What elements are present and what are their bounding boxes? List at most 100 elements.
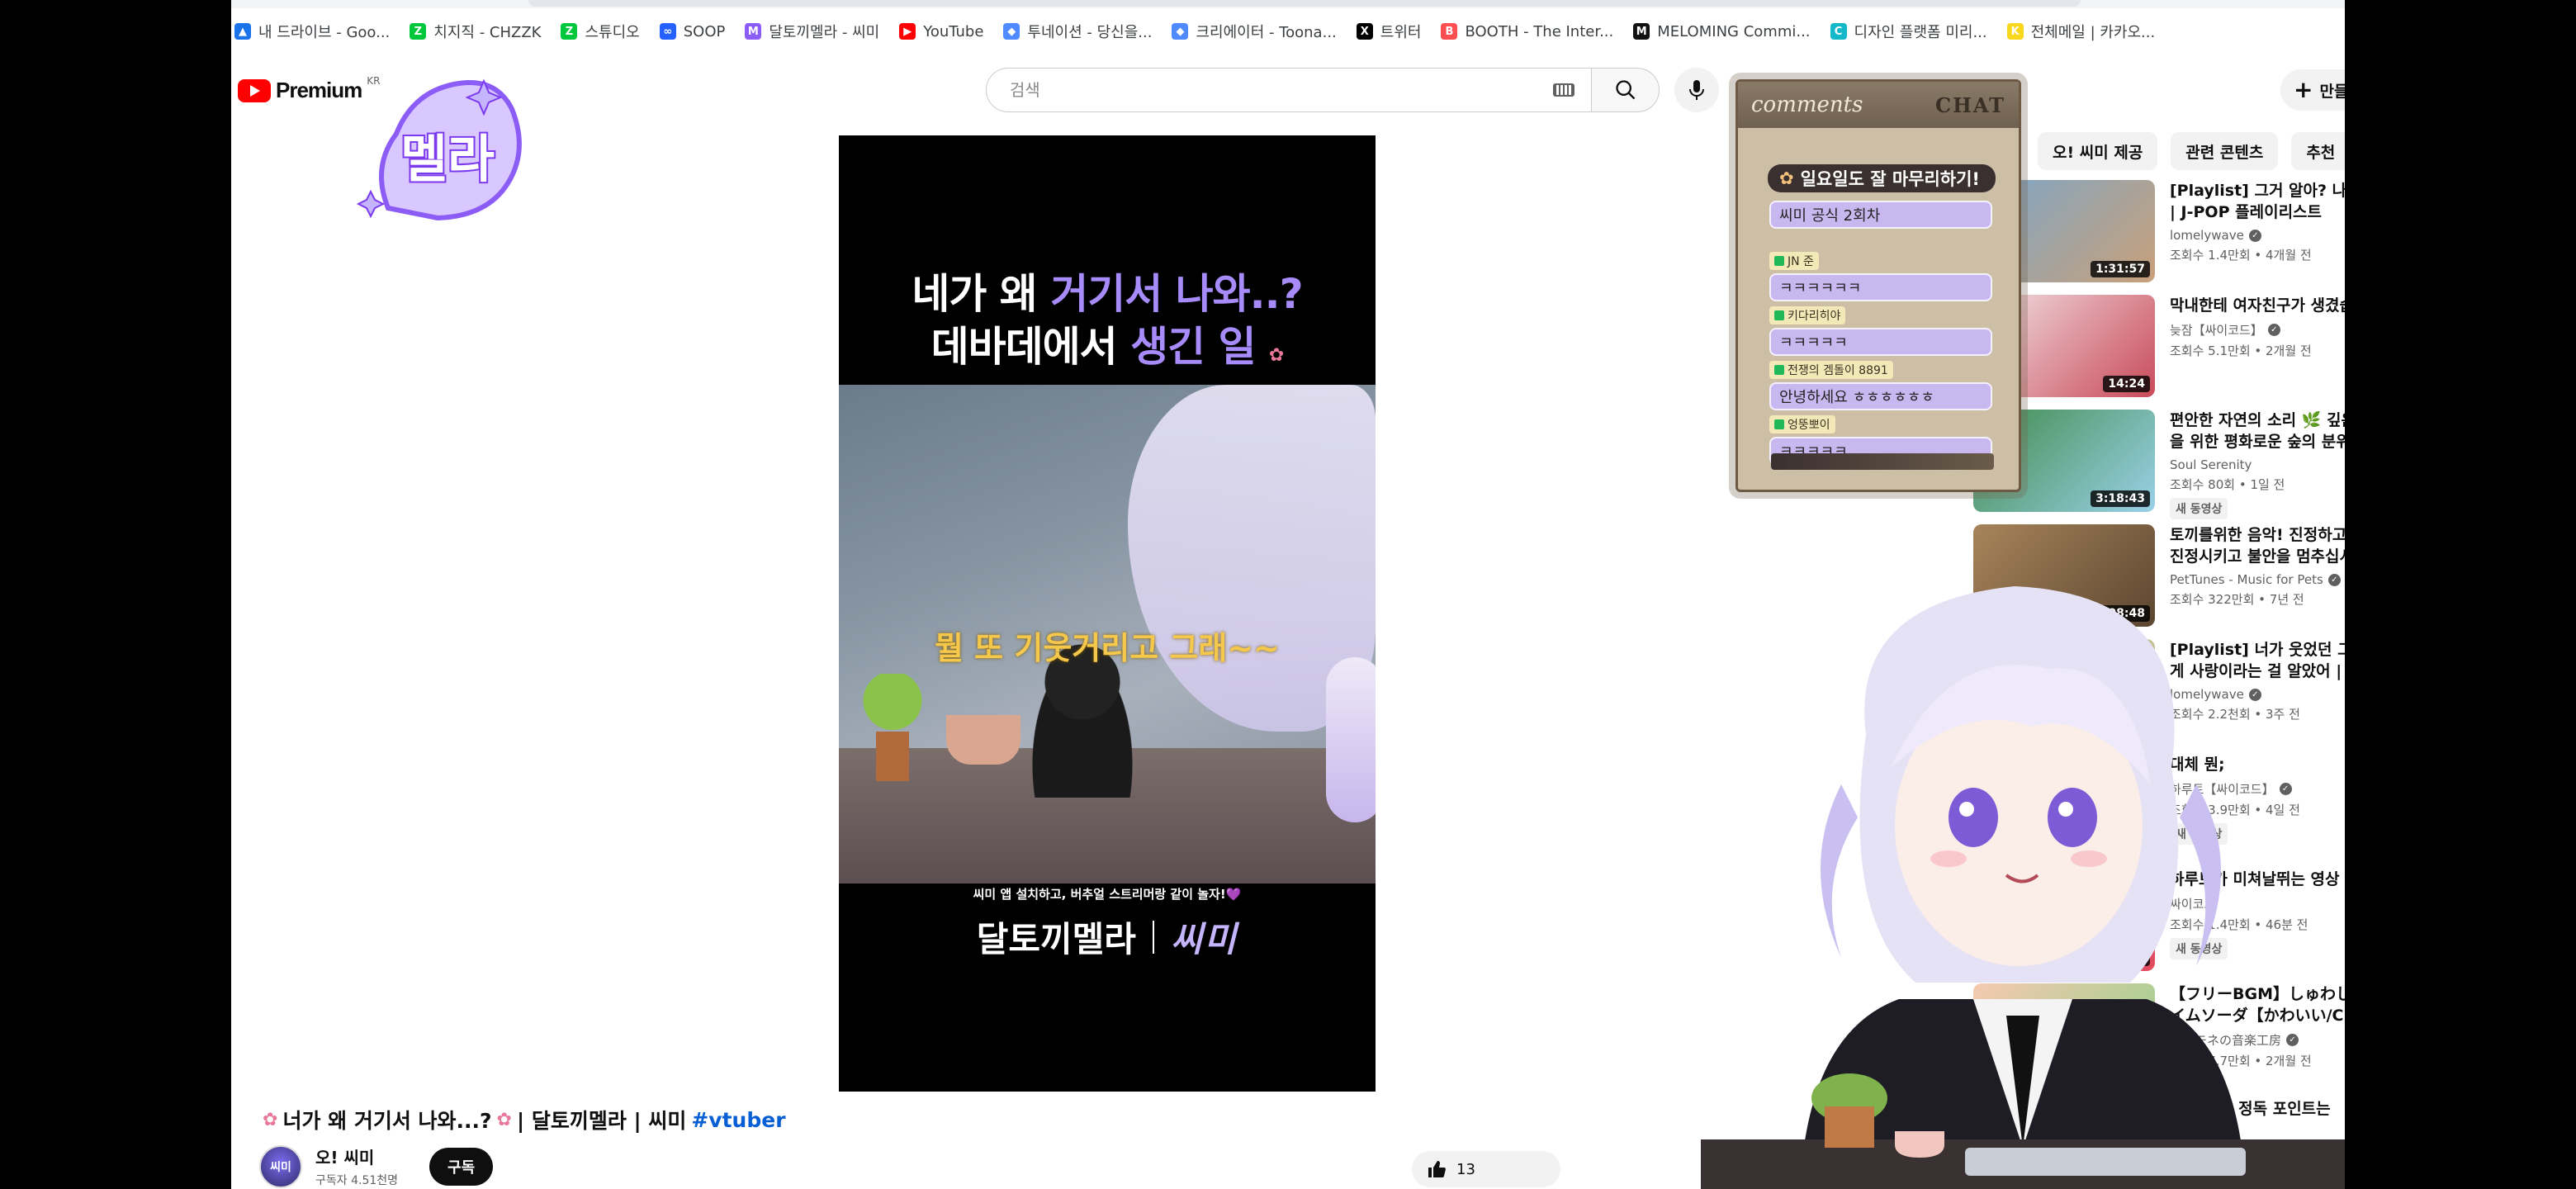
bookmark-label: 크리에이터 - Toona... [1196, 24, 1337, 41]
bookmark-label: 내 드라이브 - Goo... [258, 24, 391, 41]
youtube-icon: ▶ [899, 23, 916, 40]
search-box[interactable] [986, 68, 1592, 112]
recommendation-title[interactable]: [Playlist] 그거 알아? 나 너 [2170, 180, 2345, 201]
mella-stream-logo: 멜라 [356, 78, 522, 221]
chzzk-badge-icon [1774, 256, 1784, 266]
chzzk-badge-icon [1774, 365, 1784, 375]
chzzk-icon: Z [410, 23, 427, 40]
kakao-mail-icon: K [2006, 23, 2024, 40]
related-filter-chips: 오! 씨미 제공 관련 콘텐츠 추천 [2038, 132, 2345, 170]
channel-label: Soul Serenity [2170, 457, 2252, 472]
youtube-play-icon [238, 78, 271, 102]
bookmark-label: 스튜디오 [585, 24, 640, 41]
mella-logo-text: 멜라 [400, 129, 495, 189]
video-frame-scene: 뭘 또 기웃거리고 그래~~ [839, 385, 1376, 883]
bookmark-item[interactable]: ∞ SOOP [659, 22, 726, 40]
recommendation-meta: 조회수 5.1만회 • 2개월 전 [2170, 343, 2312, 358]
duration-badge: 1:31:57 [2091, 261, 2150, 277]
recommendation-item[interactable]: 14:24 막내한테 여자친구가 생겼습늦잠【싸이코드】 ✓ 조회수 5.1만회 • … [1973, 295, 2345, 407]
recommendation-item[interactable]: 1:31:57 [Playlist] 그거 알아? 나 너| J-POP 플레이리… [1973, 180, 2345, 292]
voice-search-button[interactable] [1674, 68, 1719, 112]
channel-avatar[interactable]: 씨미 [259, 1144, 302, 1188]
video-subtitle: 뭘 또 기웃거리고 그래~~ [934, 630, 1280, 666]
flower-icon: ✿ [263, 1109, 278, 1130]
chat-message: 씨미 공식 2회차 [1769, 197, 1992, 229]
vtuber-avatar [1701, 586, 2345, 1189]
recommendation-title[interactable]: 토끼를위한 음악! 진정하고 [2170, 524, 2345, 546]
bookmark-item[interactable]: X 트위터 [1356, 21, 1422, 42]
bookmark-item[interactable]: C 디자인 플랫폼 미리... [1830, 21, 1987, 42]
bookmark-item[interactable]: Z 스튜디오 [561, 21, 640, 42]
chat-username: 엉뚱뽀이 [1769, 415, 1835, 433]
filter-chip[interactable]: 추천 [2291, 132, 2345, 170]
recommendation-info: 편안한 자연의 소리 🌿 깊은 을 위한 평화로운 숲의 분위 Soul Seren… [2170, 410, 2345, 519]
search-button[interactable] [1592, 68, 1660, 112]
bookmark-item[interactable]: ▶ YouTube [899, 23, 983, 40]
hashtag-link[interactable]: #vtuber [691, 1108, 785, 1132]
bookmark-item[interactable]: ▲ 내 드라이브 - Goo... [234, 21, 390, 42]
video-player[interactable]: 네가 왜 거기서 나와..? 데바데에서 생긴 일 ✿ 뭘 또 기웃거리고 그래… [839, 135, 1376, 1092]
toonation-icon: ◆ [1003, 23, 1020, 40]
filter-chip[interactable]: 관련 콘텐츠 [2171, 132, 2279, 170]
recommendation-title-line2[interactable]: 진정시키고 불안을 멈추십시 [2170, 546, 2345, 567]
search-input[interactable] [1010, 80, 1553, 100]
chat-header: comments CHAT [1738, 82, 2019, 128]
recommendation-info: [Playlist] 그거 알아? 나 너| J-POP 플레이리스트 lomel… [2170, 180, 2345, 263]
filter-chip[interactable]: 오! 씨미 제공 [2038, 132, 2158, 170]
bookmark-item[interactable]: B BOOTH - The Inter... [1441, 23, 1613, 40]
keyboard-icon[interactable] [1553, 83, 1574, 97]
chzzk-studio-icon: Z [561, 23, 578, 40]
booth-icon: B [1441, 23, 1458, 40]
tab-strip-edge [231, 0, 2345, 8]
paw-icon: ✿ [1779, 168, 1794, 188]
google-drive-icon: ▲ [234, 23, 251, 40]
recommendation-item[interactable]: 3:18:43 편안한 자연의 소리 🌿 깊은 을 위한 평화로운 숲의 분위 Sou… [1973, 410, 2345, 522]
bookmark-item[interactable]: Z 치지직 - CHZZK [410, 21, 541, 42]
create-button[interactable]: + 만들기 [2280, 69, 2345, 111]
miricanvas-icon: C [1830, 23, 1847, 40]
recommendation-channel[interactable]: lomelywave ✓ [2170, 228, 2345, 243]
recommendation-meta: 조회수 1.4만회 • 4개월 전 [2170, 248, 2312, 263]
chat-username: JN 준 [1769, 252, 1819, 270]
bookmark-label: 투네이션 - 당신을... [1027, 24, 1153, 41]
recommendation-title[interactable]: 편안한 자연의 소리 🌿 깊은 [2170, 410, 2345, 431]
duration-badge: 3:18:43 [2091, 490, 2150, 507]
video-title: ✿ 너가 왜 거기서 나와...? ✿ | 달토끼멜라 | 씨미 #vtuber [263, 1107, 786, 1134]
chat-text: ㅋㅋㅋㅋㅋㅋ [1769, 273, 1992, 301]
thumbs-up-icon [1428, 1161, 1446, 1177]
like-button[interactable]: 13 [1412, 1151, 1560, 1187]
recommendation-channel[interactable]: Soul Serenity [2170, 457, 2345, 472]
bookmark-item[interactable]: M 달토끼멜라 - 씨미 [745, 21, 879, 42]
bookmark-label: 트위터 [1380, 24, 1422, 41]
video-overlay-title: 네가 왜 거기서 나와..? 데바데에서 생긴 일 ✿ [912, 270, 1303, 371]
bookmark-item[interactable]: M MELOMING Commi... [1633, 22, 1811, 40]
bookmark-label: 전체메일 | 카카오... [2030, 24, 2156, 41]
bookmark-label: SOOP [683, 22, 726, 40]
chat-username: 전쟁의 겜돌이 8891 [1769, 361, 1893, 379]
bookmark-item[interactable]: ◆ 크리에이터 - Toona... [1172, 21, 1337, 42]
flower-icon: ✿ [496, 1109, 512, 1130]
chat-username: 키다리히야 [1769, 306, 1846, 324]
chat-text: 씨미 공식 2회차 [1769, 201, 1992, 229]
channel-name[interactable]: 오! 씨미 [315, 1144, 398, 1168]
recommendation-title-line2[interactable]: | J-POP 플레이리스트 [2170, 201, 2345, 223]
subscribe-button[interactable]: 구독 [429, 1147, 494, 1186]
chat-message: JN 준 ㅋㅋㅋㅋㅋㅋ [1769, 252, 1992, 301]
channel-label: lomelywave [2170, 228, 2244, 243]
x-twitter-icon: X [1356, 23, 1373, 40]
recommendation-title-line2[interactable]: 을 위한 평화로운 숲의 분위 [2170, 431, 2345, 452]
chzzk-badge-icon [1774, 419, 1784, 429]
recommendation-title[interactable]: 막내한테 여자친구가 생겼습 [2170, 295, 2345, 316]
bookmark-item[interactable]: ◆ 투네이션 - 당신을... [1003, 21, 1152, 42]
chat-text: 안녕하세요 ㅎㅎㅎㅎㅎㅎ [1769, 382, 1992, 410]
video-brand: 달토끼멜라 씨미 [976, 919, 1238, 959]
like-count: 13 [1456, 1160, 1475, 1178]
duration-badge: 14:24 [2103, 376, 2150, 392]
verified-icon: ✓ [2267, 324, 2280, 336]
bookmark-label: YouTube [923, 22, 984, 40]
bookmark-label: MELOMING Commi... [1657, 22, 1811, 40]
recommendation-channel[interactable]: 늦잠【싸이코드】 ✓ [2170, 321, 2345, 339]
bookmark-item[interactable]: K 전체메일 | 카카오... [2006, 21, 2156, 42]
recommendation-info: 막내한테 여자친구가 생겼습늦잠【싸이코드】 ✓ 조회수 5.1만회 • 2개월 전 [2170, 295, 2345, 359]
channel-label: 늦잠【싸이코드】 [2170, 323, 2263, 338]
